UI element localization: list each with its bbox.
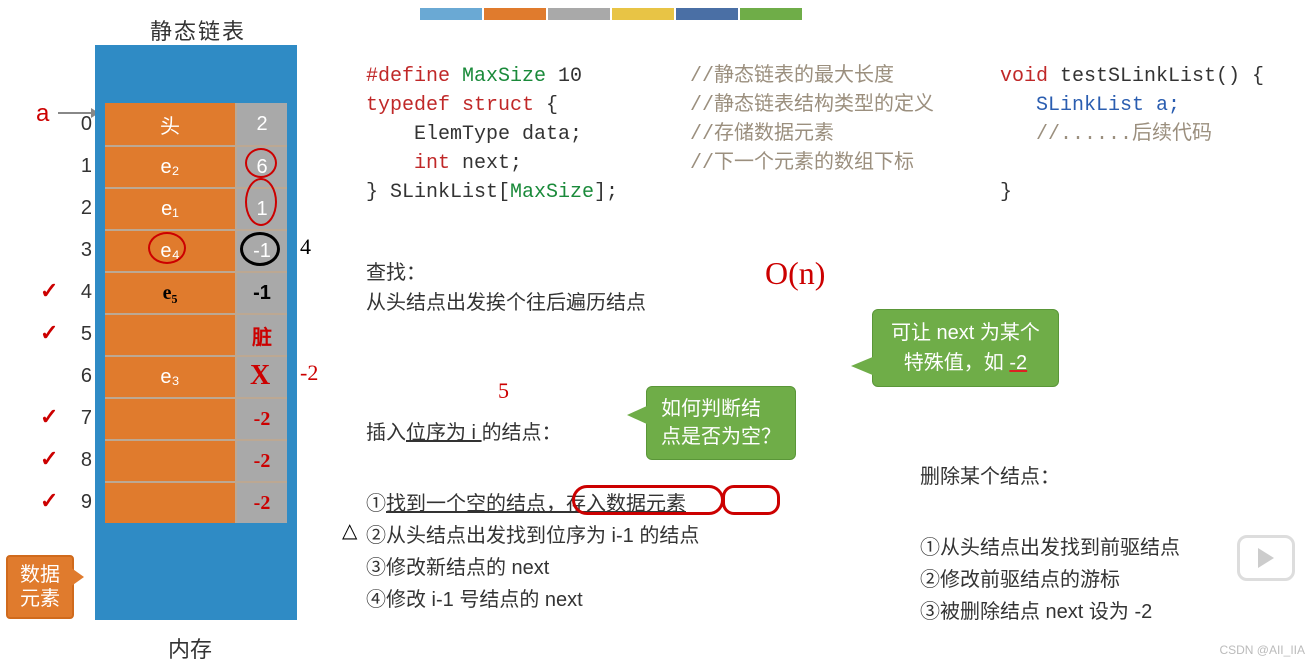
swatch — [548, 8, 610, 20]
search-body: 从头结点出发挨个往后遍历结点 — [366, 288, 646, 319]
handwritten-minus2: -2 — [300, 360, 318, 386]
cell-data: e₁ — [105, 189, 235, 229]
data-element-label: 数据 元素 — [6, 555, 74, 619]
ellipse-annotation — [572, 485, 724, 515]
check-icon: ✓ — [40, 278, 58, 304]
table-row: 头 2 — [105, 103, 287, 145]
cell-data — [105, 441, 235, 481]
play-icon[interactable] — [1237, 535, 1295, 581]
watermark: CSDN @AII_IIA — [1219, 643, 1305, 657]
table-row: e₅ -1 — [105, 271, 287, 313]
row-index: 3 — [62, 239, 92, 262]
cell-next: 2 — [235, 103, 287, 145]
table-row: -2 — [105, 481, 287, 523]
cell-next: 脏 — [235, 315, 287, 355]
code-struct-def: #define MaxSize 10 typedef struct { Elem… — [366, 62, 618, 207]
row-index: 9 — [62, 491, 92, 514]
search-title: 查找： — [366, 258, 426, 289]
delete-title: 删除某个结点： — [920, 462, 1060, 493]
swatch — [420, 8, 482, 20]
speech-bubble-special-value: 可让 next 为某个 特殊值，如 -2 — [872, 309, 1059, 387]
row-index: 1 — [62, 155, 92, 178]
memory-block: 头 2 e₂ 6 e₁ 1 e₄ -1 e₅ -1 脏 e₃ -2 — [95, 45, 297, 620]
check-icon: ✓ — [40, 404, 58, 430]
big-o-annotation: O(n) — [765, 255, 825, 292]
cell-data — [105, 399, 235, 439]
swatch — [484, 8, 546, 20]
handwritten-4: 4 — [300, 234, 311, 260]
cell-next: -2 — [235, 483, 287, 523]
circle-annotation — [240, 232, 280, 266]
cell-data: e₅ — [105, 273, 235, 313]
circle-annotation — [245, 178, 277, 226]
cell-next: -2 — [235, 399, 287, 439]
x-mark-annotation: X — [250, 360, 270, 392]
check-icon: ✓ — [40, 488, 58, 514]
delete-steps: ①从头结点出发找到前驱结点 ②修改前驱结点的游标 ③被删除结点 next 设为 … — [920, 532, 1180, 628]
insert-line: 插入位序为 i 的结点： — [366, 418, 562, 449]
check-icon: ✓ — [40, 320, 58, 346]
swatch — [676, 8, 738, 20]
code-comments: //静态链表的最大长度 //静态链表结构类型的定义 //存储数据元素 //下一个… — [690, 62, 934, 178]
cell-next: -1 — [235, 273, 287, 313]
cell-data — [105, 315, 235, 355]
row-index: 7 — [62, 407, 92, 430]
cell-data: e₂ — [105, 147, 235, 187]
cell-data: 头 — [105, 103, 235, 145]
triangle-annotation: △ — [342, 518, 357, 543]
cell-data — [105, 483, 235, 523]
cell-next: -2 — [235, 441, 287, 481]
circle-annotation — [148, 232, 186, 264]
ellipse-annotation — [722, 485, 780, 515]
memory-label: 内存 — [168, 632, 212, 664]
table-row: 脏 — [105, 313, 287, 355]
diagram-title: 静态链表 — [150, 14, 246, 46]
row-index: 4 — [62, 281, 92, 304]
row-index: 8 — [62, 449, 92, 472]
check-icon: ✓ — [40, 446, 58, 472]
pointer-a-label: a — [36, 100, 49, 128]
circle-annotation — [245, 148, 277, 178]
cell-data: e₃ — [105, 357, 235, 397]
speech-bubble-empty-check: 如何判断结点是否为空？ — [646, 386, 796, 460]
row-index: 2 — [62, 197, 92, 220]
swatch — [612, 8, 674, 20]
handwritten-5: 5 — [498, 378, 509, 404]
row-index: 5 — [62, 323, 92, 346]
table-row: -2 — [105, 397, 287, 439]
table-row: -2 — [105, 439, 287, 481]
row-index: 0 — [62, 113, 92, 136]
code-test-fn: void testSLinkList() { SLinkList a; //..… — [1000, 62, 1264, 207]
color-swatches — [420, 8, 804, 20]
row-index: 6 — [62, 365, 92, 388]
swatch — [740, 8, 802, 20]
